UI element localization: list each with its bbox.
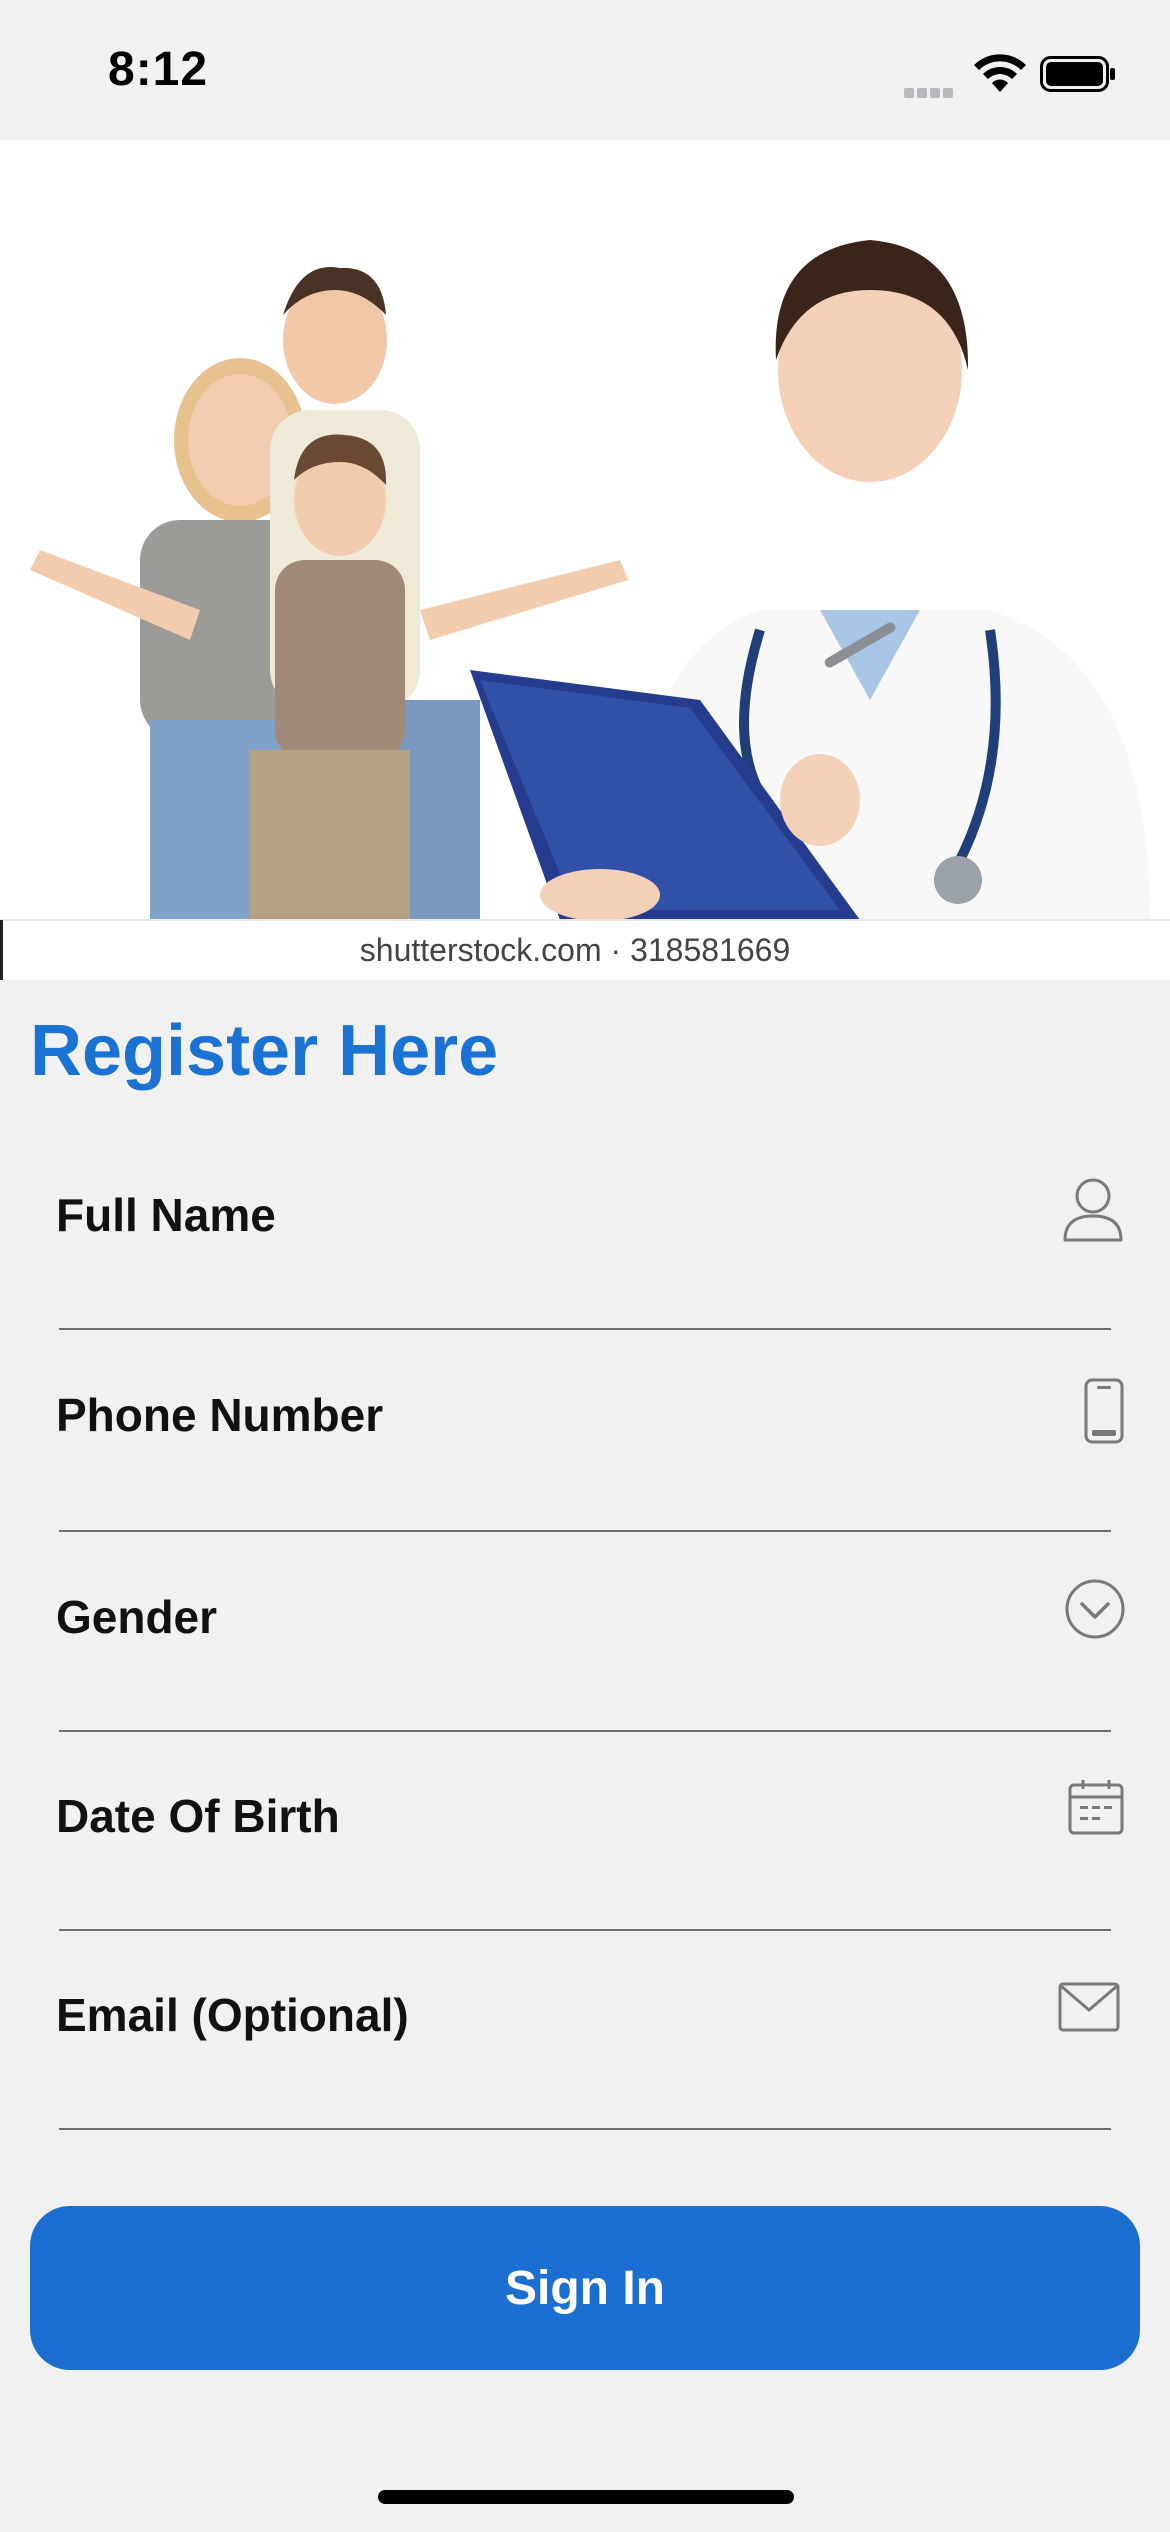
image-watermark: shutterstock.com · 318581669 xyxy=(359,932,791,968)
full-name-field[interactable]: Full Name xyxy=(56,1178,1126,1386)
status-time: 8:12 xyxy=(108,43,209,96)
envelope-icon xyxy=(1058,1982,1120,2032)
calendar-icon[interactable] xyxy=(1068,1779,1124,1835)
gender-select[interactable]: Gender xyxy=(56,1579,1126,1788)
phone-number-underline xyxy=(59,1530,1111,1532)
wifi-icon xyxy=(974,54,1026,92)
page-title: Register Here xyxy=(30,1011,499,1091)
phone-number-label: Phone Number xyxy=(56,1389,384,1441)
text-cursor xyxy=(0,920,3,980)
status-bar: 8:12 xyxy=(0,0,1170,140)
sign-in-button[interactable]: Sign In xyxy=(30,2206,1140,2370)
mobile-phone-icon xyxy=(1084,1378,1124,1444)
hero-image xyxy=(0,140,1170,980)
home-indicator[interactable] xyxy=(378,2490,794,2504)
full-name-underline xyxy=(59,1328,1111,1330)
battery-icon xyxy=(1040,56,1115,92)
email-label: Email (Optional) xyxy=(56,1989,409,2041)
date-of-birth-label: Date Of Birth xyxy=(56,1790,340,1842)
family-doctor-illustration xyxy=(0,140,1170,980)
phone-number-field[interactable]: Phone Number xyxy=(56,1378,1126,1586)
email-underline xyxy=(59,2128,1111,2130)
person-icon xyxy=(1063,1178,1123,1242)
gender-underline xyxy=(59,1730,1111,1732)
full-name-label: Full Name xyxy=(56,1189,276,1241)
date-of-birth-field[interactable]: Date Of Birth xyxy=(56,1780,1126,1987)
date-of-birth-underline xyxy=(59,1929,1111,1931)
email-field[interactable]: Email (Optional) xyxy=(56,1982,1126,2186)
gender-label: Gender xyxy=(56,1591,218,1643)
chevron-down-circle-icon[interactable] xyxy=(1064,1578,1126,1640)
cellular-signal-icon xyxy=(904,80,960,98)
